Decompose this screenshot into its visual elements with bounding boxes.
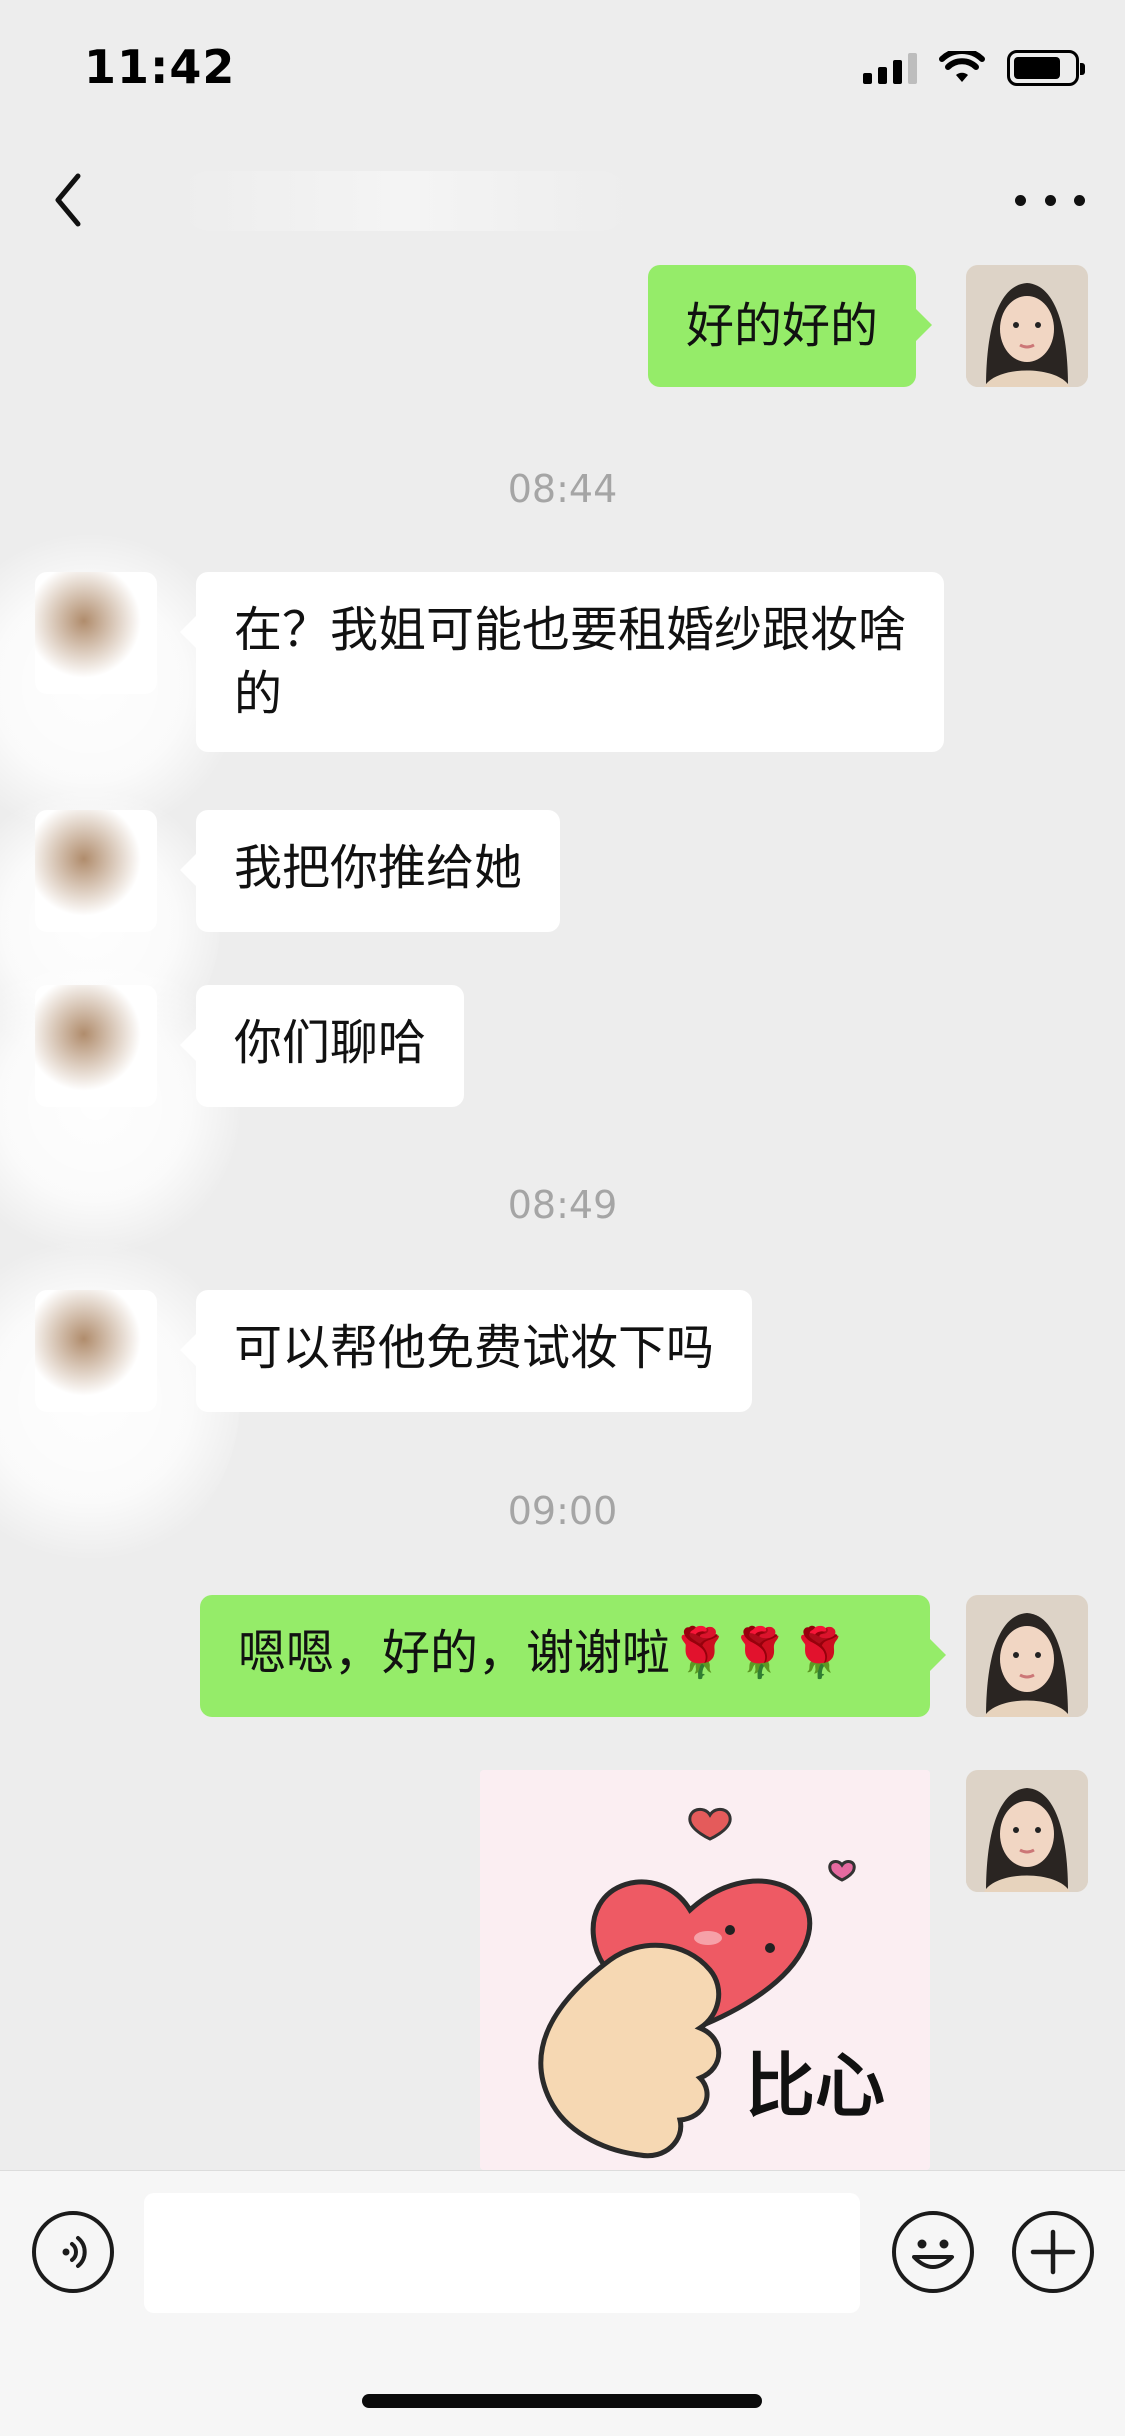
incoming-message-bubble[interactable]: 在？我姐可能也要租婚纱跟妆啥的 [180, 572, 944, 752]
chat-screen: 11:42 好的好的 08:44 在？我姐可能也要租婚纱跟妆啥的 我把你推给她 … [0, 0, 1125, 2436]
contact-name-obscured [180, 171, 630, 231]
sticker-caption: 比心 [745, 2045, 885, 2127]
finger-heart-sticker-icon: 比心 [480, 1770, 930, 2170]
more-options-icon[interactable] [1015, 175, 1085, 225]
home-indicator[interactable] [362, 2394, 762, 2408]
incoming-message-bubble[interactable]: 你们聊哈 [179, 985, 465, 1107]
nav-bar [0, 135, 1125, 265]
outgoing-message-bubble[interactable]: 好的好的 [648, 265, 933, 387]
status-time: 11:42 [84, 40, 236, 94]
message-timestamp: 08:49 [507, 1183, 618, 1227]
message-timestamp: 08:44 [507, 467, 618, 511]
voice-icon[interactable] [32, 2211, 114, 2293]
incoming-message-bubble[interactable]: 我把你推给她 [179, 810, 561, 932]
message-list[interactable]: 好的好的 08:44 在？我姐可能也要租婚纱跟妆啥的 我把你推给她 你们聊哈 0… [0, 265, 1125, 2170]
status-icons [863, 50, 1085, 86]
cellular-signal-icon [863, 52, 917, 84]
battery-icon [1007, 50, 1085, 86]
outgoing-message-bubble[interactable]: 嗯嗯，好的，谢谢啦🌹🌹🌹 [200, 1595, 946, 1717]
status-bar: 11:42 [0, 0, 1125, 135]
contact-avatar[interactable] [35, 1290, 157, 1412]
avatar-portrait-icon [966, 1595, 1088, 1717]
contact-avatar[interactable] [35, 810, 157, 932]
wifi-icon [939, 51, 985, 82]
self-avatar[interactable] [966, 1595, 1088, 1717]
plus-icon[interactable] [1012, 2211, 1094, 2293]
avatar-portrait-icon [966, 265, 1088, 387]
self-avatar[interactable] [966, 265, 1088, 387]
back-chevron-icon[interactable] [44, 168, 94, 232]
avatar-portrait-icon [966, 1770, 1088, 1892]
message-input[interactable] [144, 2193, 860, 2313]
message-timestamp: 09:00 [507, 1489, 618, 1533]
emoji-icon[interactable] [892, 2211, 974, 2293]
self-avatar[interactable] [966, 1770, 1088, 1892]
contact-avatar[interactable] [35, 572, 157, 694]
contact-avatar[interactable] [35, 985, 157, 1107]
sticker-message[interactable]: 比心 [480, 1770, 930, 2170]
incoming-message-bubble[interactable]: 可以帮他免费试妆下吗 [179, 1290, 753, 1412]
